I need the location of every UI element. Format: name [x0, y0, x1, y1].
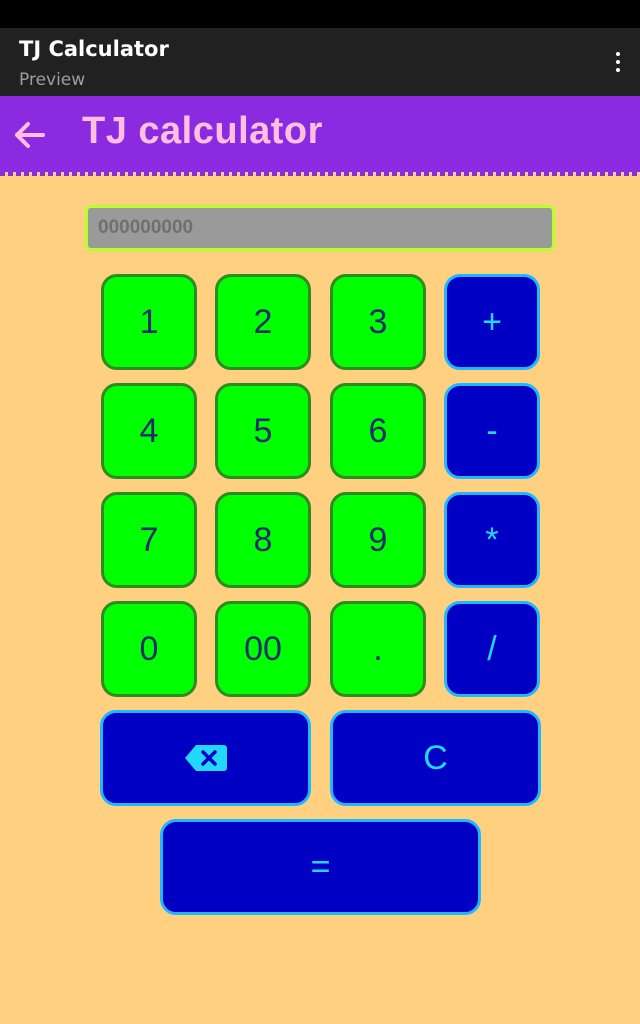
plus-button[interactable]: + — [444, 274, 540, 370]
arrow-back-icon — [15, 122, 45, 148]
display-field[interactable] — [85, 205, 555, 251]
display-input[interactable] — [90, 210, 548, 246]
backspace-icon — [184, 745, 227, 771]
key-9-button[interactable]: 9 — [330, 492, 426, 588]
key-0-button[interactable]: 0 — [101, 601, 197, 697]
key-4-button[interactable]: 4 — [101, 383, 197, 479]
multiply-button[interactable]: * — [444, 492, 540, 588]
back-button[interactable] — [10, 116, 48, 154]
preview-header: TJ Calculator Preview — [0, 28, 640, 96]
key-5-button[interactable]: 5 — [215, 383, 311, 479]
divide-button[interactable]: / — [444, 601, 540, 697]
key-1-button[interactable]: 1 — [101, 274, 197, 370]
key-2-button[interactable]: 2 — [215, 274, 311, 370]
key-7-button[interactable]: 7 — [101, 492, 197, 588]
key-3-button[interactable]: 3 — [330, 274, 426, 370]
minus-button[interactable]: - — [444, 383, 540, 479]
clear-button[interactable]: C — [330, 710, 541, 806]
decimal-point-button[interactable]: . — [330, 601, 426, 697]
equals-button[interactable]: = — [160, 819, 481, 915]
key-00-button[interactable]: 00 — [215, 601, 311, 697]
calculator-screen: TJ Calculator Preview TJ calculator 1 2 … — [0, 0, 640, 1024]
preview-title: TJ Calculator — [19, 37, 169, 61]
overflow-menu-icon[interactable] — [614, 52, 622, 76]
preview-subtitle: Preview — [19, 70, 86, 90]
key-8-button[interactable]: 8 — [215, 492, 311, 588]
app-title: TJ calculator — [82, 110, 323, 152]
key-6-button[interactable]: 6 — [330, 383, 426, 479]
status-bar — [0, 0, 640, 28]
backspace-button[interactable] — [100, 710, 311, 806]
app-bar: TJ calculator — [0, 96, 640, 176]
